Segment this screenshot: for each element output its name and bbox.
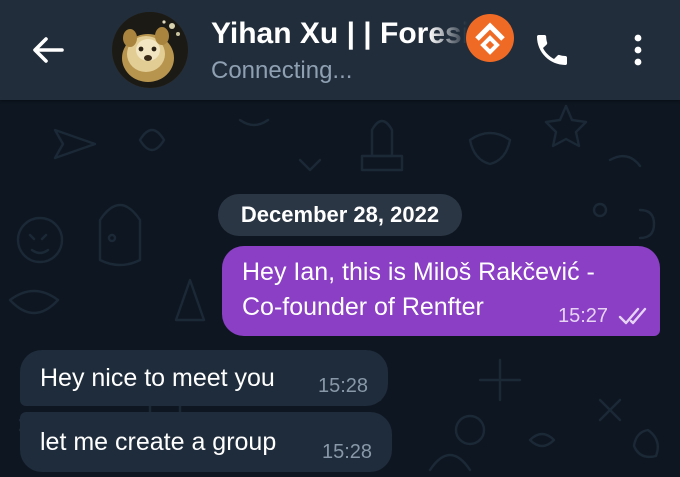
message-outgoing[interactable]: Hey Ian, this is Miloš Rakčević - Co-fou… (222, 246, 660, 336)
chat-title[interactable]: Yihan Xu | | Foresi (211, 14, 467, 54)
back-button[interactable] (26, 30, 70, 70)
chat-header: Yihan Xu | | Foresi Connecting... (0, 0, 680, 100)
message-text: let me create a group (40, 428, 277, 456)
connection-status: Connecting... (211, 57, 353, 84)
message-text: Hey nice to meet you (40, 364, 275, 392)
more-options-button[interactable] (622, 32, 654, 68)
double-check-icon (618, 307, 647, 325)
chat-area[interactable]: December 28, 2022 Hey Ian, this is Miloš… (0, 100, 680, 477)
call-button[interactable] (532, 30, 572, 70)
date-separator: December 28, 2022 (218, 194, 462, 236)
message-time: 15:28 (318, 375, 369, 397)
message-incoming[interactable]: let me create a group 15:28 (20, 412, 392, 472)
message-time: 15:27 (558, 305, 609, 327)
message-text-line: Hey Ian, this is Miloš Rakčević - (242, 258, 595, 286)
message-text-line: Co-founder of Renfter (242, 293, 484, 321)
phone-icon (537, 35, 567, 65)
more-vertical-icon (634, 34, 642, 66)
contact-photo (112, 12, 188, 88)
arrow-left-icon (33, 37, 64, 63)
avatar[interactable] (112, 12, 188, 88)
message-incoming[interactable]: Hey nice to meet you 15:28 (20, 350, 388, 406)
brand-logo-icon (466, 14, 514, 62)
message-time: 15:28 (322, 441, 373, 463)
